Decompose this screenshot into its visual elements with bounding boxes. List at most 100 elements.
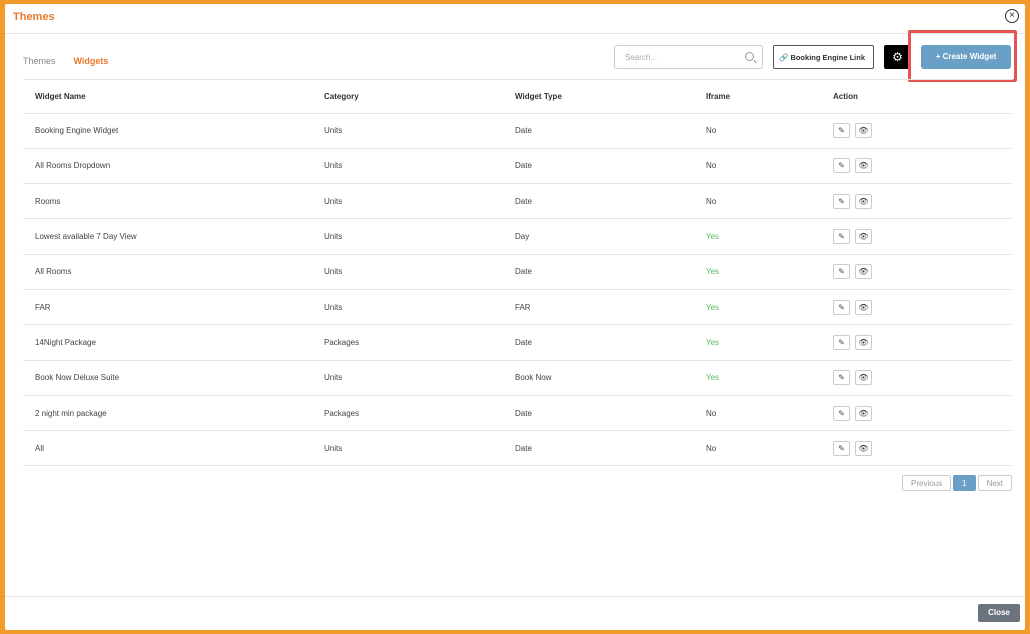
booking-engine-link-button[interactable]: 🔗 Booking Engine Link [773,45,874,69]
iframe-cell: Yes [694,218,821,255]
view-icon[interactable]: 👁 [855,370,872,386]
widget-name-cell: FAR [23,289,312,326]
table-row: Rooms Units Date No ✎ 👁 [23,183,1011,220]
widget-type-cell: FAR [503,289,694,326]
previous-button[interactable]: Previous [902,475,952,491]
iframe-cell: Yes [694,324,821,361]
widget-type-cell: Date [503,430,694,467]
create-widget-label: Create Widget [942,52,997,61]
action-cell: ✎ 👁 [821,289,1011,326]
link-icon: 🔗 [779,53,789,62]
view-icon[interactable]: 👁 [855,229,872,245]
category-cell: Units [312,254,503,290]
view-icon[interactable]: 👁 [855,123,872,139]
table-row: All Units Date No ✎ 👁 [23,430,1011,467]
table-header-row: Widget Name Category Widget Type Iframe … [23,80,1011,114]
tab-widgets[interactable]: Widgets [73,56,109,80]
iframe-cell: No [694,113,821,149]
widget-type-cell: Date [503,183,694,220]
booking-engine-link-label: Booking Engine Link [790,53,866,62]
table-row: FAR Units FAR Yes ✎ 👁 [23,289,1011,326]
widget-type-cell: Date [503,254,694,290]
widget-name-cell: 2 night min package [23,395,312,432]
pagination: Previous 1 Next [902,475,1013,491]
footer-divider [5,596,1025,597]
iframe-cell: Yes [694,360,821,396]
edit-icon[interactable]: ✎ [833,158,850,174]
category-cell: Units [312,218,503,255]
category-cell: Packages [312,395,503,432]
edit-icon[interactable]: ✎ [833,193,850,209]
iframe-cell: Yes [694,254,821,290]
close-circle-icon[interactable]: × [1005,9,1019,23]
edit-icon[interactable]: ✎ [833,123,850,139]
edit-icon[interactable]: ✎ [833,229,850,245]
action-cell: ✎ 👁 [821,113,1011,149]
edit-icon[interactable]: ✎ [833,370,850,386]
themes-modal: Themes × Themes Widgets Search... 🔗 Book… [5,4,1025,630]
widget-type-cell: Date [503,395,694,432]
view-icon[interactable]: 👁 [855,334,872,350]
category-cell: Packages [312,324,503,361]
view-icon[interactable]: 👁 [855,193,872,209]
modal-title: Themes [13,11,55,23]
widgets-table: Widget Name Category Widget Type Iframe … [23,80,1011,467]
tab-themes[interactable]: Themes [23,56,56,80]
iframe-cell: No [694,395,821,432]
search-placeholder: Search... [625,53,658,62]
view-icon[interactable]: 👁 [855,264,872,280]
widget-name-cell: All [23,430,312,467]
action-cell: ✎ 👁 [821,148,1011,185]
col-widget-type: Widget Type [503,80,694,114]
col-action: Action [821,80,1011,114]
widget-type-cell: Day [503,218,694,255]
view-icon[interactable]: 👁 [855,440,872,456]
widget-name-cell: All Rooms Dropdown [23,148,312,185]
widget-type-cell: Date [503,324,694,361]
action-cell: ✎ 👁 [821,430,1011,467]
search-input[interactable]: Search... [614,45,763,69]
view-icon[interactable]: 👁 [855,405,872,421]
category-cell: Units [312,183,503,220]
iframe-cell: No [694,183,821,220]
close-button[interactable]: Close [978,604,1020,622]
table-row: Lowest available 7 Day View Units Day Yes ✎ 👁 [23,218,1011,255]
gear-icon[interactable]: ⚙ [884,45,911,69]
category-cell: Units [312,289,503,326]
category-cell: Units [312,360,503,396]
page-1-button[interactable]: 1 [953,475,976,491]
edit-icon[interactable]: ✎ [833,440,850,456]
action-cell: ✎ 👁 [821,183,1011,220]
edit-icon[interactable]: ✎ [833,334,850,350]
view-icon[interactable]: 👁 [855,158,872,174]
table-row: Booking Engine Widget Units Date No ✎ 👁 [23,113,1011,149]
action-cell: ✎ 👁 [821,360,1011,396]
table-row: 14Night Package Packages Date Yes ✎ 👁 [23,324,1011,361]
edit-icon[interactable]: ✎ [833,299,850,315]
action-cell: ✎ 👁 [821,254,1011,290]
edit-icon[interactable]: ✎ [833,264,850,280]
search-icon [745,52,754,61]
modal-header: Themes × [5,4,1025,34]
widget-name-cell: 14Night Package [23,324,312,361]
table-row: All Rooms Dropdown Units Date No ✎ 👁 [23,148,1011,185]
edit-icon[interactable]: ✎ [833,405,850,421]
iframe-cell: Yes [694,289,821,326]
create-widget-button[interactable]: + Create Widget [921,45,1011,69]
iframe-cell: No [694,430,821,467]
next-button[interactable]: Next [977,475,1013,491]
widget-name-cell: Rooms [23,183,312,220]
action-cell: ✎ 👁 [821,395,1011,432]
widget-name-cell: All Rooms [23,254,312,290]
table-row: Book Now Deluxe Suite Units Book Now Yes ✎ 👁 [23,360,1011,396]
widget-type-cell: Book Now [503,360,694,396]
view-icon[interactable]: 👁 [855,299,872,315]
widget-name-cell: Lowest available 7 Day View [23,218,312,255]
col-widget-name: Widget Name [23,80,312,114]
col-iframe: Iframe [694,80,821,114]
table-row: All Rooms Units Date Yes ✎ 👁 [23,254,1011,290]
widget-name-cell: Booking Engine Widget [23,113,312,149]
widget-name-cell: Book Now Deluxe Suite [23,360,312,396]
table-row: 2 night min package Packages Date No ✎ 👁 [23,395,1011,432]
action-cell: ✎ 👁 [821,218,1011,255]
